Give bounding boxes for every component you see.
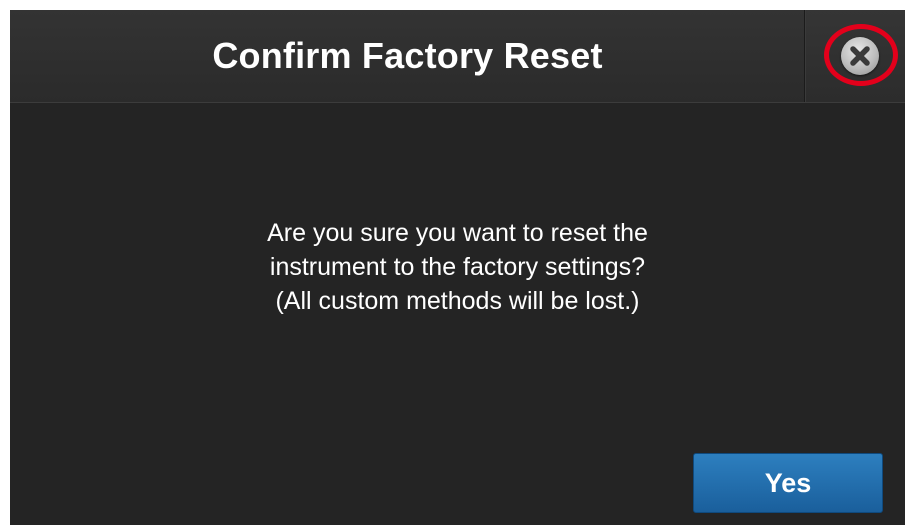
factory-reset-dialog: Confirm Factory Reset Are you sure you w…: [10, 10, 905, 525]
message-line: (All custom methods will be lost.): [275, 287, 640, 315]
message-line: instrument to the factory settings?: [269, 253, 646, 281]
confirmation-message: Are you sure you want to reset the instr…: [10, 216, 905, 318]
yes-button[interactable]: Yes: [693, 453, 883, 513]
close-highlight-ring: [824, 24, 898, 86]
close-button[interactable]: [804, 10, 905, 102]
dialog-titlebar: Confirm Factory Reset: [10, 10, 905, 103]
message-line: Are you sure you want to reset the: [267, 219, 648, 247]
dialog-title: Confirm Factory Reset: [212, 35, 603, 76]
